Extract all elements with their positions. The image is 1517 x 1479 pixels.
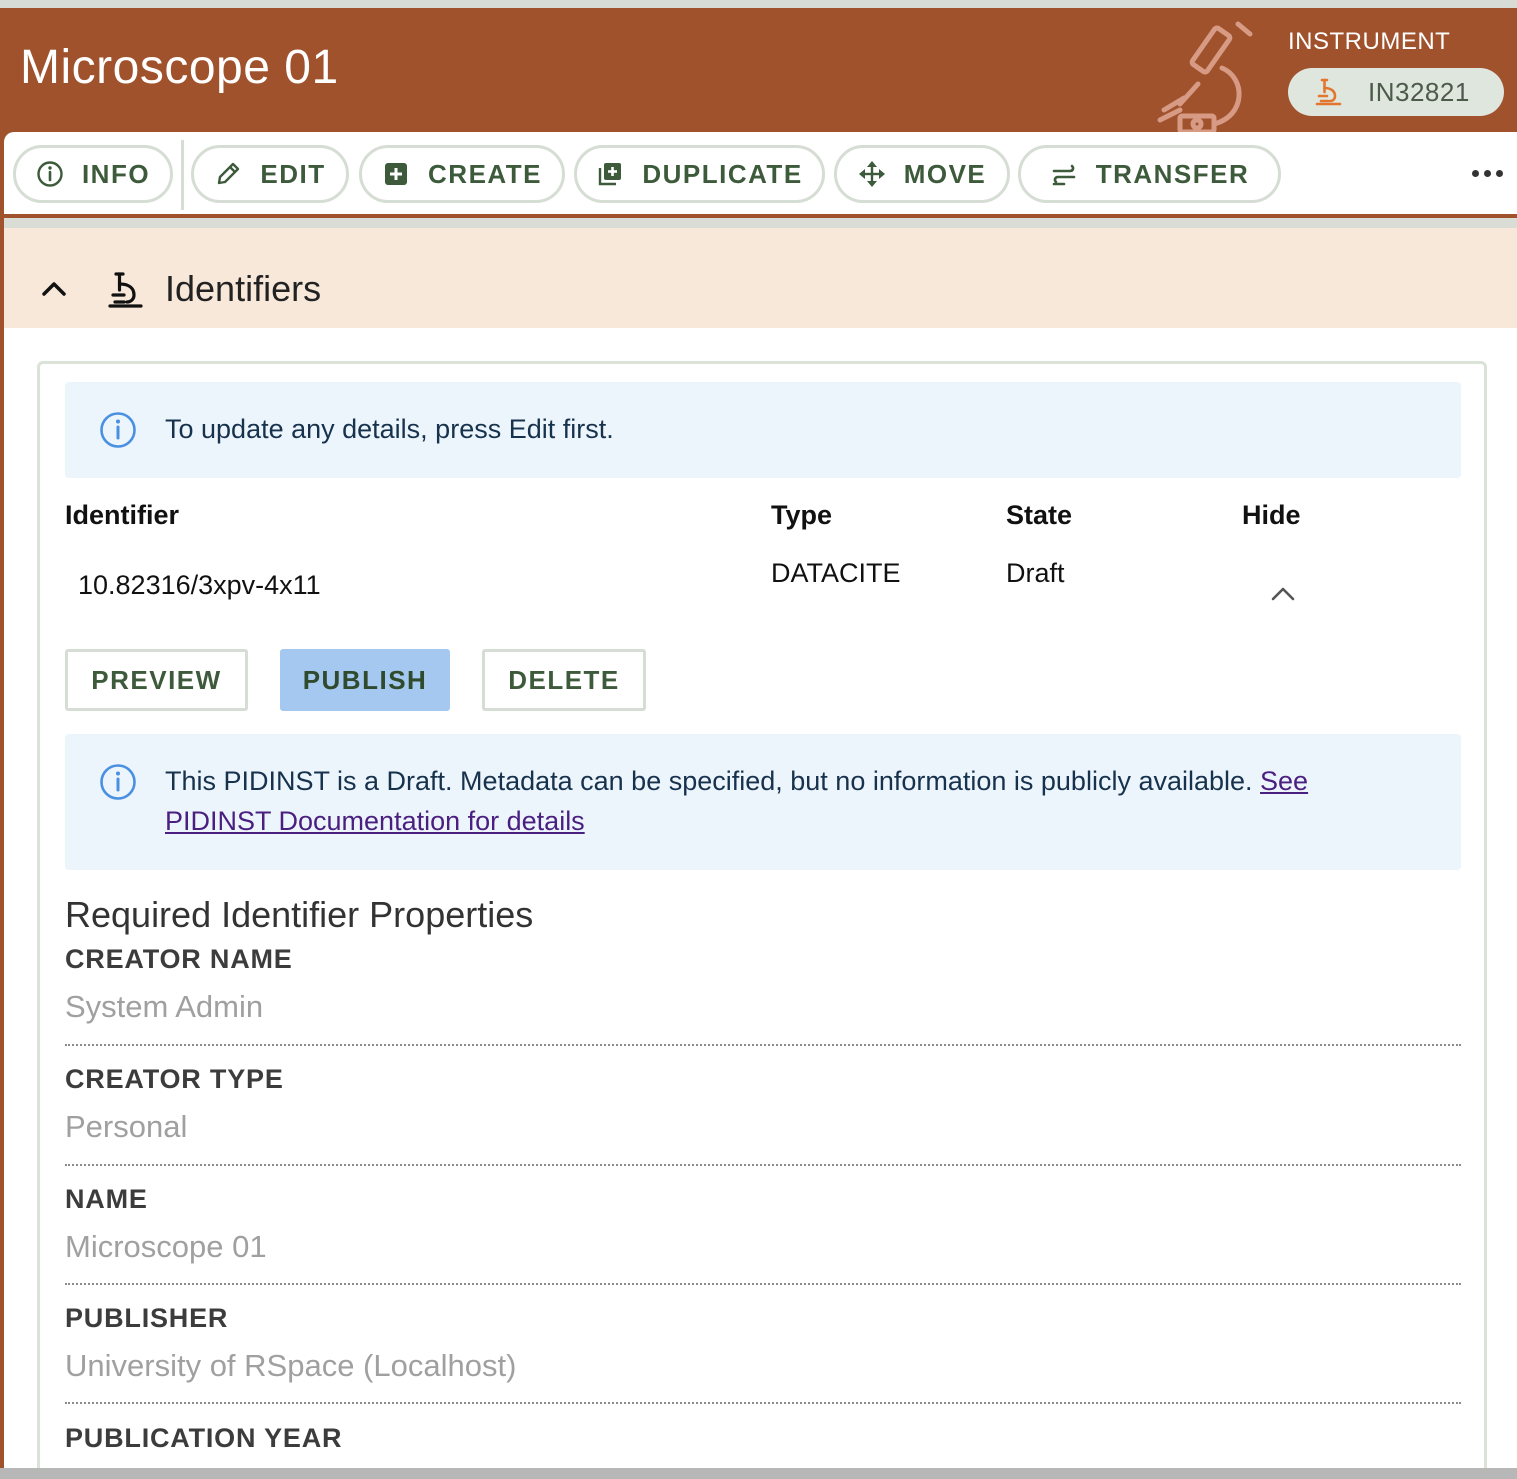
- info-button-label: INFO: [81, 158, 151, 189]
- identifiers-card: To update any details, press Edit first.…: [37, 361, 1487, 1468]
- toolbar-divider: [181, 140, 184, 210]
- transfer-icon: [1052, 164, 1076, 186]
- column-header-hide: Hide: [1242, 500, 1301, 530]
- chevron-up-icon[interactable]: [1270, 584, 1296, 602]
- info-button[interactable]: INFO: [13, 145, 173, 203]
- info-icon: [100, 764, 136, 800]
- field-label: CREATOR TYPE: [65, 1064, 284, 1094]
- content-divider: [4, 218, 1517, 228]
- instrument-icon: [1315, 78, 1342, 106]
- microscope-icon: [1157, 21, 1253, 139]
- create-button[interactable]: CREATE: [359, 145, 565, 203]
- move-arrows-icon: [858, 161, 885, 187]
- top-strip: [0, 0, 1517, 8]
- move-button-label: MOVE: [903, 158, 987, 189]
- pencil-icon: [218, 162, 240, 185]
- preview-button[interactable]: PREVIEW: [65, 649, 248, 711]
- identifier-doi: 10.82316/3xpv-4x11: [78, 570, 321, 600]
- record-type-label: INSTRUMENT: [1288, 28, 1451, 55]
- edit-button-label: EDIT: [260, 158, 326, 189]
- identifiers-section-header[interactable]: Identifiers: [4, 228, 1517, 328]
- field-value: Microscope 01: [65, 1229, 267, 1264]
- instrument-icon: [108, 272, 143, 308]
- identifier-type: DATACITE: [771, 558, 901, 588]
- required-properties-heading: Required Identifier Properties: [65, 894, 534, 935]
- global-id-text: IN32821: [1368, 76, 1470, 107]
- publisher-field[interactable]: PUBLISHER University of RSpace (Localhos…: [65, 1303, 1461, 1404]
- column-header-state: State: [1006, 500, 1073, 530]
- record-title: Microscope 01: [20, 41, 339, 94]
- identifier-state: Draft: [1006, 558, 1065, 588]
- duplicate-button-label: DUPLICATE: [642, 158, 803, 189]
- more-options-icon[interactable]: [1466, 160, 1508, 186]
- duplicate-icon: [599, 163, 622, 186]
- section-title: Identifiers: [165, 268, 322, 309]
- info-icon: [37, 161, 63, 187]
- move-button[interactable]: MOVE: [834, 145, 1010, 203]
- plus-box-icon: [385, 163, 408, 185]
- field-label: NAME: [65, 1184, 148, 1214]
- column-header-identifier: Identifier: [65, 500, 180, 530]
- publication-year-field[interactable]: PUBLICATION YEAR: [65, 1423, 1461, 1468]
- edit-info-alert: To update any details, press Edit first.: [65, 382, 1461, 478]
- info-icon: [100, 412, 136, 448]
- draft-info-message: This PIDINST is a Draft. Metadata can be…: [165, 766, 1261, 796]
- field-label: PUBLISHER: [65, 1303, 229, 1333]
- name-field[interactable]: NAME Microscope 01: [65, 1184, 1461, 1285]
- field-value: University of RSpace (Localhost): [65, 1348, 517, 1383]
- record-header: Microscope 01 INSTRUMENT IN32821: [0, 8, 1517, 139]
- edit-button[interactable]: EDIT: [191, 145, 349, 203]
- field-label: PUBLICATION YEAR: [65, 1423, 343, 1453]
- transfer-button[interactable]: TRANSFER: [1018, 145, 1281, 203]
- field-value: Personal: [65, 1109, 188, 1144]
- duplicate-button[interactable]: DUPLICATE: [574, 145, 825, 203]
- delete-button[interactable]: DELETE: [482, 649, 646, 711]
- chevron-up-icon[interactable]: [40, 278, 68, 298]
- bottom-strip: [0, 1468, 1517, 1479]
- edit-info-text: To update any details, press Edit first.: [165, 414, 614, 444]
- field-label: CREATOR NAME: [65, 944, 293, 974]
- creator-type-field[interactable]: CREATOR TYPE Personal: [65, 1064, 1461, 1166]
- global-id-chip[interactable]: IN32821: [1288, 68, 1504, 116]
- draft-info-text: This PIDINST is a Draft. Metadata can be…: [165, 761, 1415, 841]
- action-toolbar: INFO EDIT CREATE DUPLICATE MOVE TRANSFER: [4, 132, 1517, 218]
- main-content: Identifiers To update any details, press…: [4, 218, 1517, 1468]
- column-header-type: Type: [771, 500, 833, 530]
- create-button-label: CREATE: [428, 158, 542, 189]
- publish-button[interactable]: PUBLISH: [280, 649, 450, 711]
- creator-name-field[interactable]: CREATOR NAME System Admin: [65, 944, 1461, 1046]
- field-value: System Admin: [65, 989, 264, 1024]
- transfer-button-label: TRANSFER: [1095, 158, 1250, 189]
- draft-info-alert: This PIDINST is a Draft. Metadata can be…: [65, 734, 1461, 870]
